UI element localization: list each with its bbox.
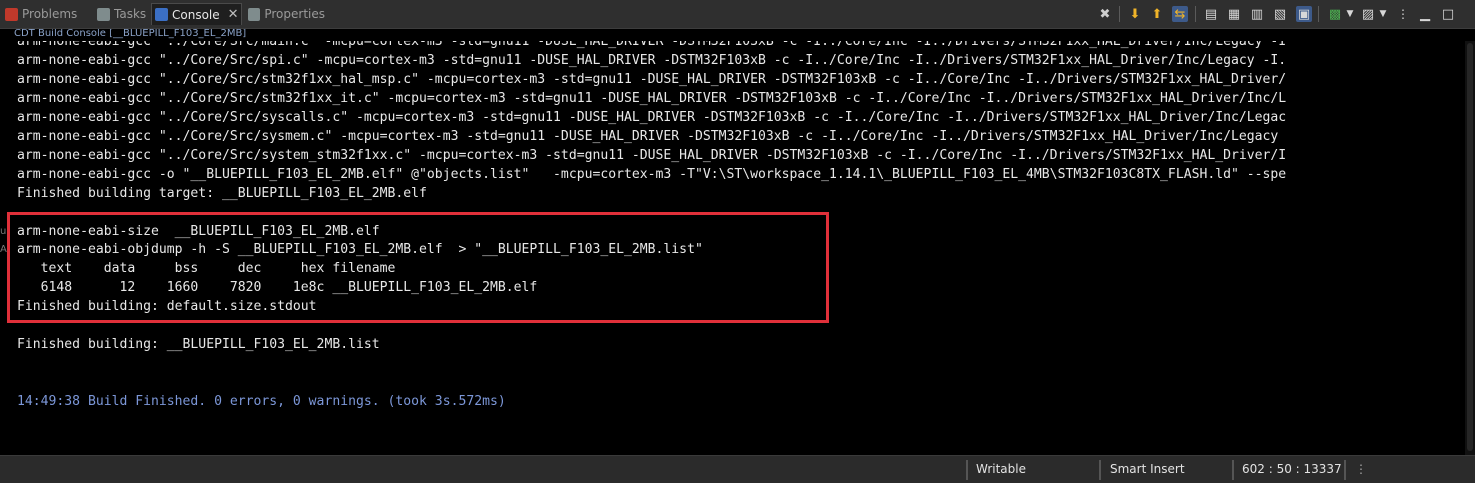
clear-console-icon[interactable]: ▦ [1226, 6, 1242, 22]
link-editor-icon[interactable]: ⇆ [1172, 6, 1188, 22]
build-finished-line: 14:49:38 Build Finished. 0 errors, 0 war… [17, 394, 506, 409]
console-icon [155, 8, 168, 21]
console-line: arm-none-eabi-gcc "../Core/Src/main.c" -… [17, 41, 1287, 49]
console-line: arm-none-eabi-gcc "../Core/Src/sysmem.c"… [17, 129, 1279, 144]
scroll-lock-icon[interactable]: ▥ [1249, 6, 1265, 22]
chevron-down-icon[interactable]: ▼ [1375, 6, 1391, 22]
gutter-marker: A [0, 244, 7, 255]
next-error-icon[interactable]: ⬇ [1127, 6, 1143, 22]
tab-label: Properties [264, 7, 325, 21]
highlight-box [7, 212, 829, 323]
copy-build-log-icon[interactable]: ▤ [1203, 6, 1219, 22]
console-title: CDT Build Console [__BLUEPILL_F103_EL_2M… [0, 29, 1475, 41]
status-cursor-position[interactable]: 602 : 50 : 13337 [1242, 456, 1342, 483]
status-separator [1344, 460, 1346, 480]
status-writable: Writable [976, 462, 1026, 476]
toolbar-separator [1119, 6, 1120, 22]
pin-console-icon[interactable]: ▣ [1296, 6, 1312, 22]
properties-icon [248, 7, 261, 21]
view-menu-icon[interactable]: ⋮ [1395, 6, 1411, 22]
status-separator [1232, 460, 1234, 480]
status-separator [966, 460, 968, 480]
status-separator [1099, 460, 1101, 480]
view-tab-bar: Problems Tasks Console ✕ Properties ✖ ⬇ … [0, 0, 1475, 29]
status-menu-icon[interactable]: ⋮ [1355, 456, 1367, 483]
console-line: arm-none-eabi-gcc -o "__BLUEPILL_F103_EL… [17, 167, 1287, 182]
tab-label: Console [172, 7, 220, 22]
open-console-icon[interactable]: ▨ [1360, 6, 1376, 22]
console-line: arm-none-eabi-gcc "../Core/Src/stm32f1xx… [17, 72, 1287, 87]
vertical-scrollbar[interactable] [1465, 41, 1475, 455]
console-line: arm-none-eabi-gcc "../Core/Src/syscalls.… [17, 110, 1287, 125]
word-wrap-icon[interactable]: ▧ [1272, 6, 1288, 22]
gutter-marker: u [0, 226, 7, 237]
toolbar-separator [1195, 6, 1196, 22]
tab-console[interactable]: Console ✕ [151, 3, 242, 25]
console-line: Finished building: __BLUEPILL_F103_EL_2M… [17, 337, 380, 352]
scrollbar-thumb[interactable] [1467, 43, 1473, 451]
status-insert-mode[interactable]: Smart Insert [1110, 456, 1185, 483]
console-line: arm-none-eabi-gcc "../Core/Src/stm32f1xx… [17, 91, 1287, 106]
maximize-icon[interactable]: □ [1440, 6, 1456, 22]
close-icon[interactable]: ✕ [228, 7, 239, 22]
display-selected-console-icon[interactable]: ▩ [1327, 6, 1343, 22]
console-line: Finished building target: __BLUEPILL_F10… [17, 186, 427, 201]
tasks-icon [97, 7, 110, 21]
remove-launch-icon[interactable]: ✖ [1097, 6, 1113, 22]
status-bar: Writable Smart Insert 602 : 50 : 13337 ⋮ [0, 455, 1475, 483]
tab-properties[interactable]: Properties [245, 3, 325, 25]
toolbar-separator [1318, 6, 1319, 22]
problems-icon [5, 7, 18, 21]
minimize-icon[interactable]: ▁ [1417, 6, 1433, 22]
chevron-down-icon[interactable]: ▼ [1342, 6, 1358, 22]
tab-label: Tasks [114, 7, 147, 21]
console-line: arm-none-eabi-gcc "../Core/Src/spi.c" -m… [17, 53, 1287, 68]
tab-tasks[interactable]: Tasks [94, 3, 148, 25]
tab-problems[interactable]: Problems [2, 3, 90, 25]
tab-label: Problems [22, 7, 78, 21]
previous-error-icon[interactable]: ⬆ [1149, 6, 1165, 22]
console-line: arm-none-eabi-gcc "../Core/Src/system_st… [17, 148, 1287, 163]
